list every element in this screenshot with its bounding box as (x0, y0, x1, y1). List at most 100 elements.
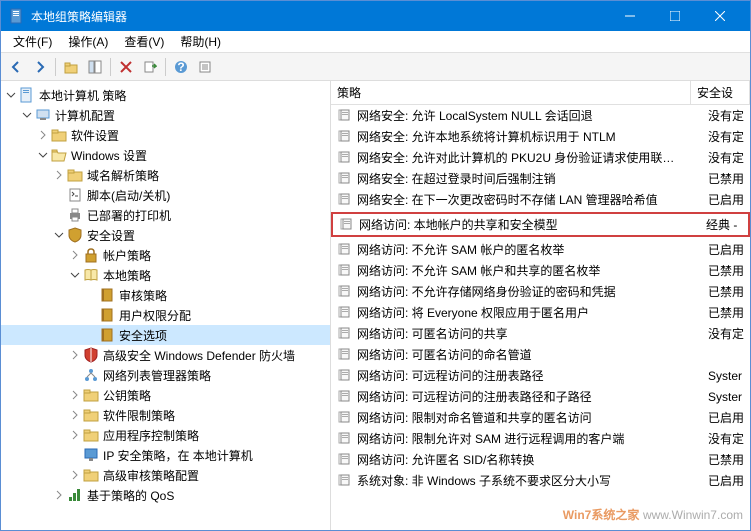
menu-action[interactable]: 操作(A) (60, 31, 116, 52)
tree-node-security_options[interactable]: 安全选项 (1, 325, 330, 345)
policy-row[interactable]: 网络访问: 限制对命名管道和共享的匿名访问已启用 (331, 407, 750, 428)
expander-icon[interactable] (53, 489, 65, 501)
tree-node-ip_security[interactable]: IP 安全策略，在 本地计算机 (1, 445, 330, 465)
folder-icon (83, 467, 99, 483)
policy-row[interactable]: 网络访问: 将 Everyone 权限应用于匿名用户已禁用 (331, 302, 750, 323)
tree-node-scripts[interactable]: 脚本(启动/关机) (1, 185, 330, 205)
tree-label: 高级安全 Windows Defender 防火墙 (103, 347, 295, 364)
tree-node-network_list[interactable]: 网络列表管理器策略 (1, 365, 330, 385)
close-button[interactable] (697, 1, 742, 31)
tree-node-root[interactable]: 本地计算机 策略 (1, 85, 330, 105)
policy-row[interactable]: 网络访问: 不允许 SAM 帐户和共享的匿名枚举已禁用 (331, 260, 750, 281)
policy-item-icon (337, 368, 353, 384)
tree-node-software_restriction[interactable]: 软件限制策略 (1, 405, 330, 425)
policy-row[interactable]: 网络访问: 可远程访问的注册表路径Syster (331, 365, 750, 386)
tree-label: 域名解析策略 (87, 167, 159, 184)
tree-node-public_key[interactable]: 公钥策略 (1, 385, 330, 405)
menu-file[interactable]: 文件(F) (5, 31, 60, 52)
policy-row[interactable]: 网络安全: 允许对此计算机的 PKU2U 身份验证请求使用联…没有定 (331, 147, 750, 168)
expander-icon[interactable] (69, 469, 81, 481)
expander-icon[interactable] (85, 329, 97, 341)
policy-row[interactable]: 网络访问: 不允许 SAM 帐户的匿名枚举已启用 (331, 239, 750, 260)
up-button[interactable] (60, 56, 82, 78)
policy-row[interactable]: 网络访问: 本地帐户的共享和安全模型经典 - (331, 212, 750, 237)
expander-icon[interactable] (69, 429, 81, 441)
policy-row[interactable]: 系统对象: 非 Windows 子系统不要求区分大小写已启用 (331, 470, 750, 491)
tree-label: 高级审核策略配置 (103, 467, 199, 484)
delete-button[interactable] (115, 56, 137, 78)
help-button[interactable]: ? (170, 56, 192, 78)
expander-icon[interactable] (85, 309, 97, 321)
policy-item-icon (337, 242, 353, 258)
book-icon (99, 307, 115, 323)
export-button[interactable] (139, 56, 161, 78)
policy-name: 网络访问: 限制允许对 SAM 进行远程调用的客户端 (357, 430, 708, 447)
expander-icon[interactable] (53, 189, 65, 201)
tree-node-deployed_printers[interactable]: 已部署的打印机 (1, 205, 330, 225)
policy-row[interactable]: 网络访问: 可远程访问的注册表路径和子路径Syster (331, 386, 750, 407)
expander-icon[interactable] (69, 269, 81, 281)
policy-item-icon (337, 326, 353, 342)
tree-node-advanced_audit[interactable]: 高级审核策略配置 (1, 465, 330, 485)
expander-icon[interactable] (69, 369, 81, 381)
policy-row[interactable]: 网络访问: 不允许存储网络身份验证的密码和凭据已禁用 (331, 281, 750, 302)
policy-status: 没有定 (708, 128, 748, 145)
tree-node-user_rights[interactable]: 用户权限分配 (1, 305, 330, 325)
policy-row[interactable]: 网络访问: 允许匿名 SID/名称转换已禁用 (331, 449, 750, 470)
policy-row[interactable]: 网络安全: 允许 LocalSystem NULL 会话回退没有定 (331, 105, 750, 126)
policy-row[interactable]: 网络访问: 限制允许对 SAM 进行远程调用的客户端没有定 (331, 428, 750, 449)
expander-icon[interactable] (69, 389, 81, 401)
tree-node-app_control[interactable]: 应用程序控制策略 (1, 425, 330, 445)
expander-icon[interactable] (85, 289, 97, 301)
menu-view[interactable]: 查看(V) (116, 31, 172, 52)
expander-icon[interactable] (69, 449, 81, 461)
expander-icon[interactable] (53, 209, 65, 221)
tree-node-audit_policy[interactable]: 审核策略 (1, 285, 330, 305)
column-header-policy[interactable]: 策略 (331, 81, 691, 104)
tree-node-defender_firewall[interactable]: 高级安全 Windows Defender 防火墙 (1, 345, 330, 365)
monitor-icon (83, 447, 99, 463)
tree-node-computer_config[interactable]: 计算机配置 (1, 105, 330, 125)
policy-row[interactable]: 网络安全: 在超过登录时间后强制注销已禁用 (331, 168, 750, 189)
tree-node-qos[interactable]: 基于策略的 QoS (1, 485, 330, 505)
tree-node-software_settings[interactable]: 软件设置 (1, 125, 330, 145)
folder-open-icon (51, 147, 67, 163)
properties-button[interactable] (194, 56, 216, 78)
tree-toggle-button[interactable] (84, 56, 106, 78)
policy-name: 网络访问: 将 Everyone 权限应用于匿名用户 (357, 304, 708, 321)
tree-node-dns_policy[interactable]: 域名解析策略 (1, 165, 330, 185)
policy-status: 已禁用 (708, 451, 748, 468)
expander-icon[interactable] (53, 169, 65, 181)
menu-help[interactable]: 帮助(H) (172, 31, 229, 52)
expander-icon[interactable] (69, 249, 81, 261)
policy-row[interactable]: 网络安全: 在下一次更改密码时不存储 LAN 管理器哈希值已启用 (331, 189, 750, 210)
policy-row[interactable]: 网络安全: 允许本地系统将计算机标识用于 NTLM没有定 (331, 126, 750, 147)
policy-name: 网络访问: 限制对命名管道和共享的匿名访问 (357, 409, 708, 426)
maximize-button[interactable] (652, 1, 697, 31)
policy-status: 已启用 (708, 409, 748, 426)
expander-icon[interactable] (37, 129, 49, 141)
policy-item-icon (337, 452, 353, 468)
minimize-button[interactable] (607, 1, 652, 31)
folder-icon (67, 167, 83, 183)
policy-name: 网络访问: 允许匿名 SID/名称转换 (357, 451, 708, 468)
tree-pane[interactable]: 本地计算机 策略计算机配置软件设置Windows 设置域名解析策略脚本(启动/关… (1, 81, 331, 530)
policy-name: 网络访问: 可远程访问的注册表路径 (357, 367, 708, 384)
forward-button[interactable] (29, 56, 51, 78)
expander-icon[interactable] (37, 149, 49, 161)
policy-row[interactable]: 网络访问: 可匿名访问的命名管道 (331, 344, 750, 365)
expander-icon[interactable] (69, 409, 81, 421)
policy-name: 网络安全: 允许对此计算机的 PKU2U 身份验证请求使用联… (357, 149, 708, 166)
expander-icon[interactable] (69, 349, 81, 361)
back-button[interactable] (5, 56, 27, 78)
policy-row[interactable]: 网络访问: 可匿名访问的共享没有定 (331, 323, 750, 344)
tree-node-security_settings[interactable]: 安全设置 (1, 225, 330, 245)
expander-icon[interactable] (53, 229, 65, 241)
tree-node-account_policies[interactable]: 帐户策略 (1, 245, 330, 265)
tree-node-local_policies[interactable]: 本地策略 (1, 265, 330, 285)
column-header-security[interactable]: 安全设 (691, 81, 750, 104)
expander-icon[interactable] (5, 89, 17, 101)
tree-node-windows_settings[interactable]: Windows 设置 (1, 145, 330, 165)
expander-icon[interactable] (21, 109, 33, 121)
list-pane[interactable]: 策略 安全设 网络安全: 允许 LocalSystem NULL 会话回退没有定… (331, 81, 750, 530)
